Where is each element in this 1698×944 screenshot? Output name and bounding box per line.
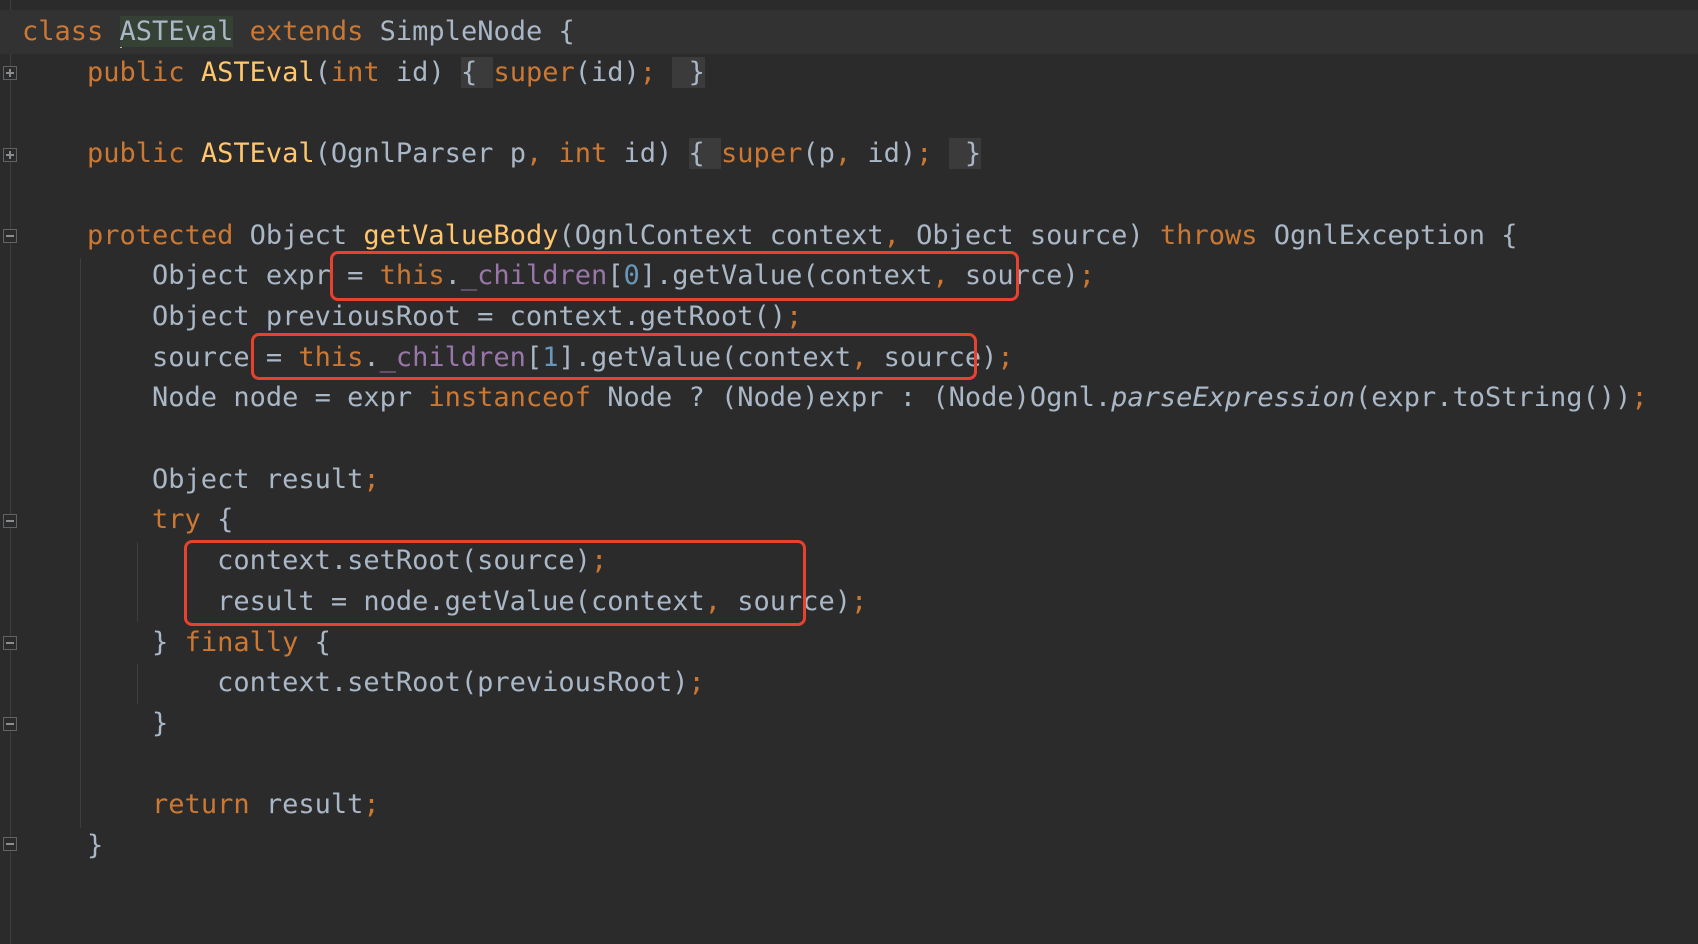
- code-token: ,: [834, 138, 868, 170]
- code-token: super: [721, 138, 803, 170]
- code-token: public: [87, 138, 201, 170]
- code-line-setroot-prev[interactable]: context.setRoot(previousRoot);: [22, 661, 705, 705]
- code-token: public: [87, 56, 201, 88]
- code-token: extends: [249, 16, 364, 47]
- code-token: ;: [997, 341, 1014, 373]
- collapse-fold-icon[interactable]: [3, 514, 17, 528]
- code-token: {: [200, 504, 234, 536]
- code-token: Object result: [22, 463, 364, 495]
- code-line-close-finally[interactable]: }: [22, 702, 168, 746]
- collapse-fold-icon[interactable]: [3, 717, 17, 731]
- code-token: getValueBody: [363, 219, 559, 251]
- code-token: protected: [87, 219, 250, 251]
- code-token: (id): [574, 56, 640, 88]
- code-token: ASTEval: [119, 16, 234, 47]
- gutter-divider: [10, 0, 11, 944]
- code-token: ;: [363, 463, 380, 495]
- code-token: {: [460, 56, 494, 88]
- code-token: class: [22, 16, 120, 47]
- code-token: Object: [249, 219, 364, 251]
- code-line-return-line[interactable]: return result;: [22, 783, 380, 827]
- code-token: Object previousRoot = context.getRoot(): [22, 300, 787, 332]
- code-token: (p: [802, 138, 835, 170]
- code-line-result-decl[interactable]: Object result;: [22, 458, 380, 502]
- code-token: return: [152, 789, 250, 821]
- code-token: ;: [363, 789, 380, 821]
- code-token: (: [314, 56, 331, 88]
- code-token: int: [330, 56, 380, 88]
- code-line-ctor-1[interactable]: public ASTEval(int id) { super(id); }: [22, 51, 705, 95]
- expand-fold-icon[interactable]: [3, 66, 17, 80]
- code-line-close-method[interactable]: }: [22, 824, 103, 868]
- code-token: {: [688, 138, 722, 170]
- code-token: Node ? (Node)expr : (Node)Ognl.: [590, 382, 1112, 414]
- highlight-box-children-0: [330, 251, 1019, 301]
- code-token: SimpleNode {: [363, 16, 575, 47]
- code-token: id): [867, 138, 917, 170]
- code-token: context.setRoot(previousRoot): [22, 667, 689, 699]
- code-token: throws: [1159, 219, 1274, 251]
- code-token: ,: [525, 138, 559, 170]
- code-token: id): [607, 138, 689, 170]
- code-token: ;: [851, 585, 868, 617]
- code-token: ASTEval: [200, 56, 315, 88]
- code-line-class-decl[interactable]: class ASTEval extends SimpleNode {: [0, 10, 1698, 54]
- code-token: ASTEval: [200, 138, 315, 170]
- collapse-fold-icon[interactable]: [3, 837, 17, 851]
- code-token: {: [298, 626, 331, 658]
- code-token: instanceof: [428, 382, 591, 414]
- code-token: super: [493, 56, 575, 88]
- code-editor[interactable]: class ASTEval extends SimpleNode { publi…: [0, 0, 1698, 944]
- code-token: }: [672, 56, 705, 88]
- code-line-ctor-2[interactable]: public ASTEval(OgnlParser p, int id) { s…: [22, 132, 982, 176]
- collapse-fold-icon[interactable]: [3, 636, 17, 650]
- code-token: int: [558, 138, 608, 170]
- code-token: OgnlException {: [1273, 219, 1518, 251]
- code-token: Object source): [916, 219, 1160, 251]
- code-token: ;: [639, 56, 657, 88]
- code-token: finally: [184, 626, 299, 658]
- collapse-fold-icon[interactable]: [3, 229, 17, 243]
- code-token: ,: [883, 219, 917, 251]
- code-token: }: [22, 830, 104, 861]
- code-token: ;: [916, 138, 933, 170]
- code-token: parseExpression: [1111, 382, 1355, 414]
- code-token: (OgnlContext context: [558, 219, 884, 251]
- code-token: try: [152, 504, 201, 536]
- expand-fold-icon[interactable]: [3, 148, 17, 162]
- code-token: (expr.toString()): [1354, 382, 1632, 414]
- code-token: (OgnlParser p: [314, 138, 526, 170]
- code-token: result: [249, 789, 364, 821]
- code-token: Node node = expr: [22, 382, 429, 414]
- highlight-box-children-1: [251, 333, 977, 380]
- code-token: ;: [688, 667, 705, 699]
- code-token: ;: [1631, 382, 1648, 414]
- code-token: ;: [786, 300, 803, 332]
- code-line-node-line[interactable]: Node node = expr instanceof Node ? (Node…: [22, 376, 1648, 420]
- code-line-try-line[interactable]: try {: [22, 498, 233, 542]
- code-token: Object expr =: [22, 260, 380, 292]
- code-token: }: [22, 626, 185, 658]
- code-token: ;: [1078, 260, 1095, 292]
- code-token: }: [948, 138, 982, 170]
- highlight-box-try-block: [184, 540, 806, 626]
- code-token: }: [22, 707, 169, 739]
- code-line-finally-line[interactable]: } finally {: [22, 621, 331, 665]
- code-token: id): [379, 56, 461, 88]
- editor-gutter: [0, 0, 20, 944]
